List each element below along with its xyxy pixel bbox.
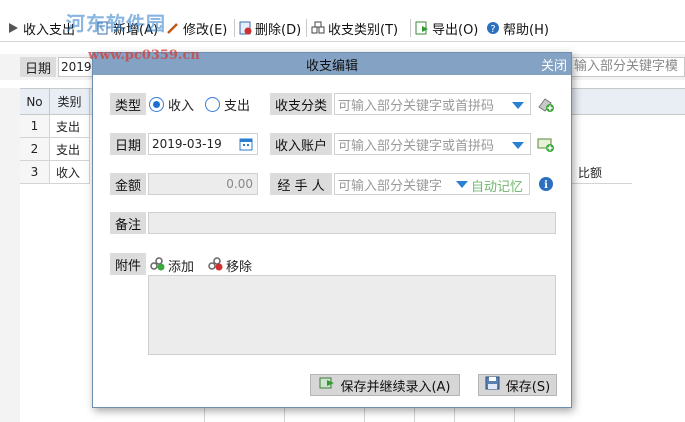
attachment-remove-button[interactable]: 移除 [207,255,252,275]
table-row-no: 1 [20,115,50,138]
amount-input[interactable]: 0.00 [148,173,258,195]
radio-income[interactable]: 收入 [149,95,194,114]
delete-button-label: 删除(D) [255,22,302,38]
calendar-icon[interactable] [239,137,253,154]
delete-icon [238,21,252,35]
account-select[interactable]: 可输入部分关键字或首拼码 [334,133,531,155]
handler-label: 经 手 人 [270,173,332,195]
date-input[interactable]: 2019-03-19 [148,133,258,155]
date-value: 2019-03-19 [152,137,222,151]
table-row-amount-header: 比额 [572,161,632,184]
category-button-label: 收支类别(T) [328,22,399,38]
delete-button[interactable]: 删除(D) [238,18,301,38]
save-and-continue-label: 保存并继续录入(A) [340,379,451,395]
info-icon[interactable]: i [538,176,554,192]
table-row-no: 3 [20,161,50,184]
tab-income-expense[interactable]: 收入支出 [6,18,75,38]
edit-button[interactable]: 修改(E) [166,18,227,38]
add-account-icon[interactable] [537,135,555,153]
attachment-label: 附件 [110,253,146,275]
column-header-no[interactable]: No [20,89,50,115]
svg-text:?: ? [490,24,495,35]
column-header-type[interactable]: 类别 [50,89,90,115]
attachment-remove-label: 移除 [226,259,253,275]
attachment-remove-icon [207,255,223,275]
help-icon: ? [486,21,500,35]
close-button[interactable]: 关闭 [541,55,567,74]
table-row-type[interactable]: 收入 [50,161,90,184]
svg-text:i: i [544,180,548,191]
auto-remember-toggle[interactable]: 自动记忆 [471,176,523,194]
filter-date-label: 日期 [20,57,56,77]
save-button[interactable]: 保存(S) [478,374,557,396]
add-category-icon[interactable] [537,95,555,113]
edit-button-label: 修改(E) [183,22,228,38]
category-label: 收支分类 [270,93,332,115]
category-icon [311,21,325,35]
chevron-down-icon [512,102,524,109]
watermark-logo: 河东软件园 [66,13,167,35]
save-and-continue-button[interactable]: 保存并继续录入(A) [310,374,460,396]
export-button-label: 导出(O) [432,22,479,38]
chevron-down-icon [512,142,524,149]
chevron-down-icon [456,181,468,188]
table-row-type[interactable]: 支出 [50,115,90,138]
attachment-add-icon [149,255,165,275]
export-button[interactable]: 导出(O) [415,18,478,38]
date-label: 日期 [110,133,146,155]
grid-left-strip [0,88,20,422]
save-icon [485,376,501,394]
save-label: 保存(S) [505,379,551,395]
filter-search-input[interactable]: 输入部分关键字模 [570,57,685,77]
toolbar-separator [306,19,307,37]
table-row-type[interactable]: 支出 [50,138,90,161]
income-expense-dialog: 收支编辑 关闭 类型 收入 支出 收支分类 可输入部分关键字或首拼码 日期 20… [92,52,572,408]
save-continue-icon [319,376,335,394]
radio-expense-label: 支出 [224,99,251,114]
attachment-add-button[interactable]: 添加 [149,255,194,275]
category-select[interactable]: 可输入部分关键字或首拼码 [334,93,531,115]
radio-unchecked-icon [205,97,220,112]
amount-label: 金额 [110,173,146,195]
radio-income-label: 收入 [168,99,195,114]
help-button[interactable]: ? 帮助(H) [486,18,549,38]
dialog-title: 收支编辑 [305,58,358,74]
note-label: 备注 [110,212,146,234]
account-label: 收入账户 [270,133,332,155]
table-row-no: 2 [20,138,50,161]
type-label: 类型 [110,93,146,115]
category-placeholder: 可输入部分关键字或首拼码 [338,98,495,114]
edit-icon [166,21,180,35]
account-placeholder: 可输入部分关键字或首拼码 [338,138,495,154]
attachment-add-label: 添加 [168,259,195,275]
radio-expense[interactable]: 支出 [205,95,250,114]
category-button[interactable]: 收支类别(T) [311,18,398,38]
watermark-url: www.pc0359.cn [88,48,200,63]
handler-select[interactable]: 可输入部分关键字 自动记忆 [334,173,530,195]
attachment-area[interactable] [148,275,556,355]
play-icon [6,21,20,35]
toolbar-separator [410,19,411,37]
radio-checked-icon [149,97,164,112]
handler-placeholder: 可输入部分关键字 [338,178,443,194]
export-icon [415,21,429,35]
note-input[interactable] [148,212,556,234]
toolbar-separator [234,19,235,37]
help-button-label: 帮助(H) [503,22,549,38]
